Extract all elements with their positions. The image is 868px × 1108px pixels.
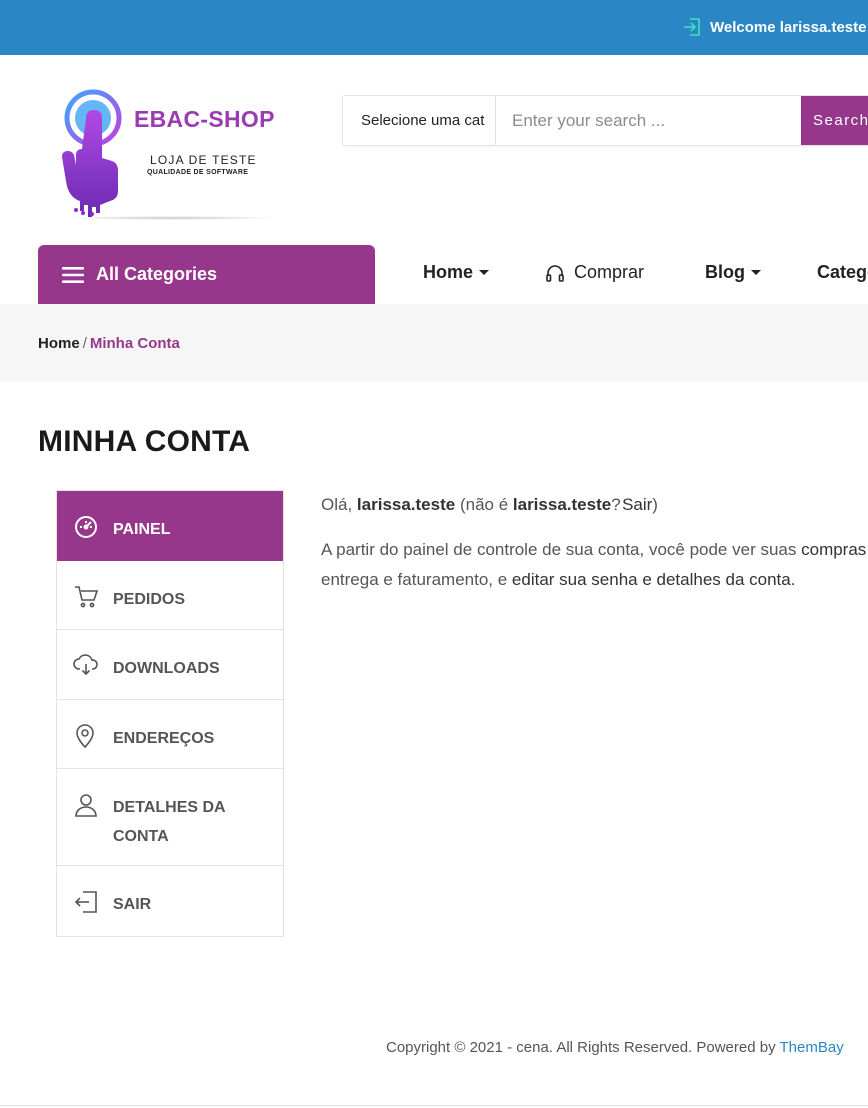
top-bar: Welcome larissa.teste	[0, 0, 868, 55]
nav-blog[interactable]: Blog	[705, 262, 761, 283]
hamburger-menu-icon	[62, 266, 84, 283]
headphones-icon	[546, 264, 564, 282]
logo-subtitle: LOJA DE TESTE	[150, 153, 257, 167]
caret-down-icon	[479, 270, 490, 275]
location-pin-icon	[76, 723, 94, 748]
nav-blog-label: Blog	[705, 262, 745, 282]
all-categories-label: All Categories	[96, 264, 218, 284]
account-navigation: PAINEL PEDIDOS DOWNLOADS ENDEREÇOS DETAL…	[56, 490, 284, 937]
thembay-link[interactable]: ThemBay	[780, 1039, 844, 1056]
all-categories-button[interactable]: All Categories	[38, 245, 375, 304]
username: larissa.teste	[512, 495, 612, 514]
search-bar: Selecione uma cat Search	[342, 95, 868, 146]
username: larissa.teste	[356, 495, 456, 514]
dashboard-icon	[75, 516, 97, 538]
caret-down-icon	[751, 270, 761, 275]
breadcrumb-separator: /	[82, 335, 87, 352]
nav-home[interactable]: Home	[423, 262, 490, 283]
greeting-prefix: Olá,	[321, 495, 353, 514]
welcome-text: Welcome larissa.teste	[710, 18, 867, 36]
account-nav-downloads[interactable]: DOWNLOADS	[57, 630, 283, 700]
account-nav-painel[interactable]: PAINEL	[57, 491, 283, 561]
nav-categorias-label: Catego	[817, 262, 868, 282]
logo-title: EBAC-SHOP	[134, 106, 275, 132]
account-nav-enderecos[interactable]: ENDEREÇOS	[57, 700, 283, 769]
nav-home-label: Home	[423, 262, 474, 282]
hand-pointer-logo-icon	[62, 89, 122, 217]
category-select[interactable]: Selecione uma cat	[343, 96, 496, 145]
dashboard-intro: A partir do painel de controle de sua co…	[321, 535, 868, 595]
breadcrumb-current: Minha Conta	[89, 335, 180, 352]
copyright-text: Copyright © 2021 - cena. All Rights Rese…	[386, 1039, 776, 1056]
logo-underline	[62, 216, 282, 220]
logout-link[interactable]: Sair	[622, 495, 652, 514]
site-logo[interactable]: EBAC-SHOP LOJA DE TESTE QUALIDADE DE SOF…	[50, 88, 286, 223]
not-user-prefix: (não é	[459, 495, 509, 514]
breadcrumb-home[interactable]: Home	[38, 335, 80, 352]
nav-comprar[interactable]: Comprar	[545, 262, 644, 283]
account-nav-label: DETALHES DA CONTA	[113, 799, 225, 845]
account-nav-pedidos[interactable]: PEDIDOS	[57, 561, 283, 630]
account-nav-sair[interactable]: SAIR	[57, 866, 283, 936]
breadcrumb: Home / Minha Conta	[38, 335, 180, 352]
nav-categorias[interactable]: Catego	[817, 262, 868, 283]
intro-text: entrega e faturamento, e	[321, 570, 508, 589]
footer-divider	[0, 1105, 868, 1106]
page-title: MINHA CONTA	[38, 425, 251, 458]
logout-icon	[74, 891, 97, 913]
account-nav-detalhes[interactable]: DETALHES DA CONTA	[57, 769, 283, 866]
footer-copyright: Copyright © 2021 - cena. All Rights Rese…	[386, 1039, 844, 1056]
user-icon	[75, 794, 97, 817]
search-input[interactable]	[496, 96, 801, 145]
login-icon	[684, 18, 700, 36]
intro-text: A partir do painel de controle de sua co…	[321, 540, 797, 559]
nav-comprar-label: Comprar	[574, 262, 645, 282]
cart-icon	[75, 585, 99, 607]
search-button[interactable]: Search	[801, 96, 868, 145]
cloud-download-icon	[73, 654, 98, 676]
recent-orders-link[interactable]: compras r	[801, 540, 868, 559]
greeting: Olá, larissa.teste (não é larissa.teste?…	[321, 495, 658, 514]
welcome-link[interactable]: Welcome larissa.teste	[682, 17, 866, 37]
logo-tagline: QUALIDADE DE SOFTWARE	[147, 169, 249, 176]
edit-account-link[interactable]: editar sua senha e detalhes da conta.	[512, 570, 796, 589]
account-dashboard-content: Olá, larissa.teste (não é larissa.teste?…	[321, 490, 868, 595]
